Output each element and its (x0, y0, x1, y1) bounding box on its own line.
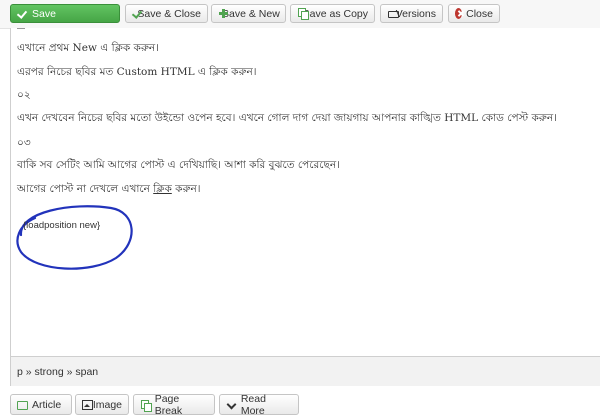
link-prefix-text: আগের পোস্ট না দেখলে এখানে (17, 183, 154, 195)
save-as-copy-label: Save as Copy (302, 7, 368, 20)
article-label: Article (32, 398, 62, 411)
save-label: Save (32, 7, 56, 20)
close-icon (455, 8, 463, 19)
image-button[interactable]: Image (75, 394, 129, 415)
versions-label: Versions (395, 7, 436, 20)
editor-line: ০২ (17, 89, 31, 101)
load-position-code: {loadposition new} (23, 220, 101, 231)
chevron-down-icon (226, 400, 237, 410)
image-label: Image (92, 398, 122, 411)
save-as-copy-button[interactable]: Save as Copy (290, 4, 375, 23)
versions-icon (387, 8, 399, 19)
article-icon (17, 400, 28, 410)
editor-line: এখন দেখবেন নিচের ছবির মতো উইন্ডো ওপেন হব… (17, 112, 557, 124)
page-break-label: Page Break (154, 392, 183, 417)
page-break-button[interactable]: Page Break (133, 392, 215, 417)
image-icon (82, 399, 93, 410)
element-path[interactable]: p » strong » span (17, 366, 98, 378)
editor-line: এখানে প্রথম New এ ক্লিক করুন। (17, 42, 159, 54)
content-editor[interactable]: এখানে প্রথম New এ ক্লিক করুন। এরপর নিচের… (10, 28, 600, 356)
click-here-link[interactable]: ক্লিক (153, 183, 172, 195)
save-button[interactable]: Save (10, 4, 120, 23)
save-close-label: Save & Close (137, 7, 201, 20)
versions-button[interactable]: Versions (380, 4, 443, 23)
close-label: Close (466, 7, 493, 20)
editor-line: বাকি সব সেটিং আমি আগের পোস্ট এ দেখিয়াছি… (17, 159, 340, 171)
save-new-label: Save & New (222, 7, 280, 20)
article-button[interactable]: Article (10, 394, 72, 415)
editor-toolbar: Save Save & Close Save & New Save as Cop… (0, 0, 600, 29)
hand-drawn-circle-annotation (16, 205, 133, 270)
read-more-label: Read More (240, 392, 266, 417)
editor-buttons: Article Image Page Break Read More (0, 392, 600, 417)
check-icon (17, 8, 28, 19)
save-new-button[interactable]: Save & New (211, 4, 286, 23)
editor-line-with-link: আগের পোস্ট না দেখলে এখানে ক্লিক করুন। (17, 182, 201, 199)
read-more-button[interactable]: Read More (219, 392, 299, 417)
editor-line: এরপর নিচের ছবির মত Custom HTML এ ক্লিক ক… (17, 66, 257, 78)
save-close-button[interactable]: Save & Close (125, 4, 208, 23)
editor-line: ০৩ (17, 137, 31, 149)
check-icon (132, 8, 133, 19)
element-path-bar: p » strong » span (10, 356, 600, 386)
link-suffix-text: করুন। (171, 183, 201, 195)
page-break-icon (140, 399, 152, 412)
close-button[interactable]: Close (448, 4, 500, 23)
copy-icon (297, 8, 307, 20)
cut-off-line (17, 25, 25, 29)
